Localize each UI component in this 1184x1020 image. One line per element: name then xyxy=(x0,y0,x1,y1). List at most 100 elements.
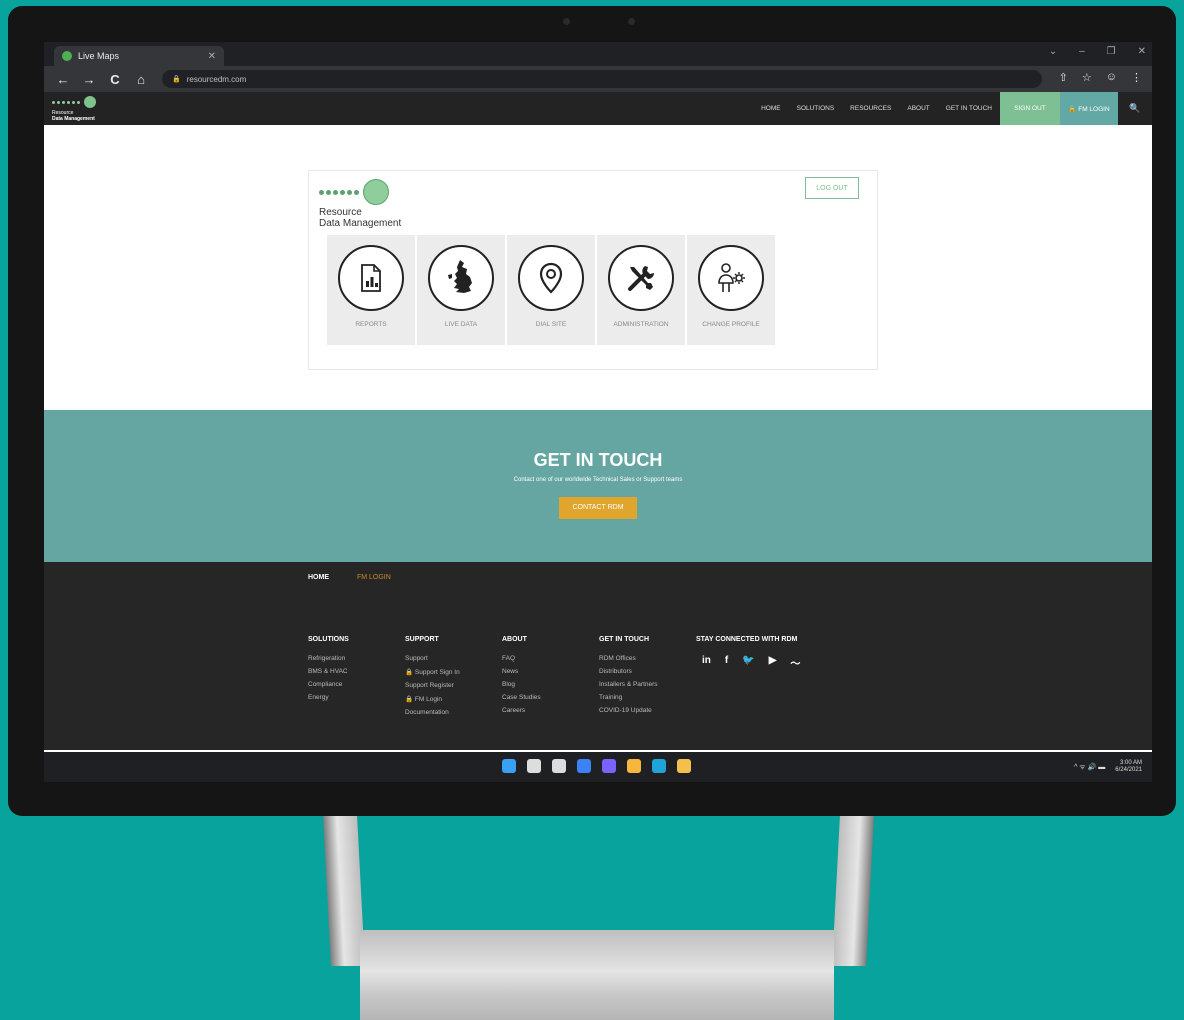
tile-change-profile[interactable]: CHANGE PROFILE xyxy=(687,235,775,345)
rss-icon[interactable]: 〜 xyxy=(790,655,800,670)
widgets-icon[interactable] xyxy=(577,759,591,773)
footer-link[interactable]: Careers xyxy=(502,707,599,714)
breadcrumb-home[interactable]: HOME xyxy=(308,574,329,581)
site-header: Resource Data Management HOME SOLUTIONS … xyxy=(44,92,1152,125)
tab-favicon-icon xyxy=(62,51,72,61)
tile-label: LIVE DATA xyxy=(444,321,478,328)
reload-icon[interactable]: C xyxy=(108,72,122,87)
search-icon[interactable]: 🔍 xyxy=(1118,103,1152,114)
tab-title: Live Maps xyxy=(78,51,120,61)
log-out-button[interactable]: LOG OUT xyxy=(805,177,859,199)
footer-link[interactable]: 🔒 FM Login xyxy=(405,695,502,703)
footer-link[interactable]: Blog xyxy=(502,681,599,688)
tray-icons[interactable]: ^ ᯤ 🔊 ▬ xyxy=(1074,763,1105,772)
restore-icon[interactable]: ❐ xyxy=(1107,46,1116,57)
footer-link[interactable]: Compliance xyxy=(308,681,405,688)
card-logo-line1: Resource xyxy=(319,207,362,218)
tile-dial-site[interactable]: DIAL SITE xyxy=(507,235,595,345)
footer-link[interactable]: Energy xyxy=(308,694,405,701)
tab-search-icon[interactable]: ⌄ xyxy=(1049,46,1057,57)
clock-time: 3:00 AM xyxy=(1119,760,1142,766)
profile-icon[interactable]: ☺ xyxy=(1106,71,1117,84)
footer-heading: SOLUTIONS xyxy=(308,636,349,643)
footer-columns: SOLUTIONS Refrigeration BMS & HVAC Compl… xyxy=(308,636,836,722)
browser-tab[interactable]: Live Maps ✕ xyxy=(54,46,224,66)
file-explorer-icon[interactable] xyxy=(627,759,641,773)
dashboard-tiles: REPORTS LIVE DATA DIAL SITE ADMINISTRATI… xyxy=(327,235,775,345)
site-logo[interactable]: Resource Data Management xyxy=(52,96,96,122)
footer-link[interactable]: Support Register xyxy=(405,682,502,689)
tab-close-icon[interactable]: ✕ xyxy=(208,51,216,62)
tile-live-data[interactable]: LIVE DATA xyxy=(417,235,505,345)
footer-link[interactable]: Case Studies xyxy=(502,694,599,701)
address-bar[interactable]: 🔒 resourcedm.com xyxy=(162,70,1042,88)
fm-dashboard-card: Resource Data Management LOG OUT REPORTS… xyxy=(308,170,878,370)
footer-link[interactable]: Distributors xyxy=(599,668,696,675)
get-in-touch-subtitle: Contact one of our worldwide Technical S… xyxy=(513,477,683,483)
footer-link[interactable]: Documentation xyxy=(405,709,502,716)
footer-link[interactable]: 🔒 Support Sign In xyxy=(405,668,502,676)
toolbar-right: ⇧ ☆ ☺ ⋮ xyxy=(1059,71,1142,84)
card-logo-dots xyxy=(319,179,401,205)
windows-taskbar: ^ ᯤ 🔊 ▬ 3:00 AM 6/24/2021 xyxy=(44,752,1152,782)
tools-icon xyxy=(608,245,674,311)
forward-icon[interactable]: → xyxy=(82,72,96,87)
logo-line2: Data Management xyxy=(52,116,95,122)
url-text: resourcedm.com xyxy=(186,74,247,84)
nav-solutions[interactable]: SOLUTIONS xyxy=(797,105,835,112)
fm-login-button[interactable]: 🔒 FM LOGIN xyxy=(1060,92,1118,125)
screen: Live Maps ✕ ⌄ – ❐ ✕ ← → C ⌂ 🔒 resourcedm… xyxy=(44,42,1152,782)
youtube-icon[interactable]: ▶ xyxy=(769,655,777,670)
close-window-icon[interactable]: ✕ xyxy=(1138,46,1146,57)
footer-link[interactable]: RDM Offices xyxy=(599,655,696,662)
sign-out-button[interactable]: SIGN OUT xyxy=(1000,92,1060,125)
tile-administration[interactable]: ADMINISTRATION xyxy=(597,235,685,345)
twitter-icon[interactable]: 🐦 xyxy=(742,655,754,670)
windows-start-icon[interactable] xyxy=(502,759,516,773)
nav-resources[interactable]: RESOURCES xyxy=(850,105,891,112)
monitor-stand-left xyxy=(323,816,365,966)
footer-link[interactable]: News xyxy=(502,668,599,675)
camera-dot xyxy=(628,18,635,25)
teams-chat-icon[interactable] xyxy=(602,759,616,773)
linkedin-icon[interactable]: in xyxy=(702,655,711,670)
footer-link[interactable]: Support xyxy=(405,655,502,662)
clock[interactable]: 3:00 AM 6/24/2021 xyxy=(1115,760,1142,774)
footer-link[interactable]: COVID-19 Update xyxy=(599,707,696,714)
breadcrumb: HOME FM LOGIN xyxy=(308,574,391,581)
bookmark-star-icon[interactable]: ☆ xyxy=(1082,71,1092,84)
system-tray: ^ ᯤ 🔊 ▬ 3:00 AM 6/24/2021 xyxy=(1074,760,1142,774)
back-icon[interactable]: ← xyxy=(56,72,70,87)
menu-icon[interactable]: ⋮ xyxy=(1131,71,1142,84)
tile-label: DIAL SITE xyxy=(535,321,567,328)
task-view-icon[interactable] xyxy=(552,759,566,773)
footer-link[interactable]: BMS & HVAC xyxy=(308,668,405,675)
footer-link[interactable]: Installers & Partners xyxy=(599,681,696,688)
main-nav: HOME SOLUTIONS RESOURCES ABOUT GET IN TO… xyxy=(761,92,1152,125)
logo-dots xyxy=(52,96,96,108)
facebook-icon[interactable]: f xyxy=(725,655,728,670)
nav-home[interactable]: HOME xyxy=(761,105,781,112)
footer-col-solutions: SOLUTIONS Refrigeration BMS & HVAC Compl… xyxy=(308,636,405,722)
site-footer: HOME FM LOGIN SOLUTIONS Refrigeration BM… xyxy=(44,562,1152,750)
profile-icon xyxy=(698,245,764,311)
footer-link[interactable]: Training xyxy=(599,694,696,701)
nav-about[interactable]: ABOUT xyxy=(907,105,929,112)
globe-icon xyxy=(84,96,96,108)
store-icon[interactable] xyxy=(677,759,691,773)
footer-link[interactable]: Refrigeration xyxy=(308,655,405,662)
browser-tab-bar: Live Maps ✕ ⌄ – ❐ ✕ xyxy=(44,42,1152,66)
footer-link[interactable]: FAQ xyxy=(502,655,599,662)
search-icon[interactable] xyxy=(527,759,541,773)
contact-rdm-button[interactable]: CONTACT RDM xyxy=(559,497,637,519)
share-icon[interactable]: ⇧ xyxy=(1059,71,1068,84)
globe-icon xyxy=(363,179,389,205)
camera-dot xyxy=(563,18,570,25)
minimize-icon[interactable]: – xyxy=(1079,46,1085,57)
social-links: in f 🐦 ▶ 〜 xyxy=(696,655,836,670)
home-icon[interactable]: ⌂ xyxy=(134,72,148,87)
nav-get-in-touch[interactable]: GET IN TOUCH xyxy=(946,105,992,112)
tile-reports[interactable]: REPORTS xyxy=(327,235,415,345)
edge-icon[interactable] xyxy=(652,759,666,773)
location-pin-icon xyxy=(518,245,584,311)
